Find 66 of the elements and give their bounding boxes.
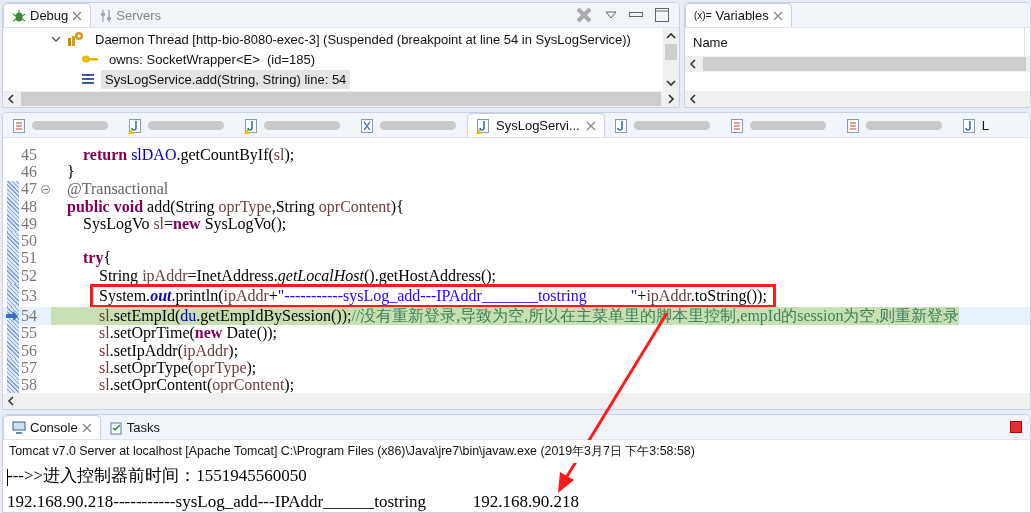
key-icon — [81, 54, 99, 64]
line-number: 48 — [20, 197, 38, 216]
scroll-left-icon — [7, 94, 15, 104]
scroll-up-icon — [666, 32, 676, 40]
scroll-left-icon — [7, 396, 15, 406]
monitor-icon — [12, 421, 26, 434]
line-number: 53 — [20, 286, 38, 305]
scroll-right-icon — [667, 94, 675, 104]
clipboard-check-icon — [109, 420, 123, 435]
line-number: 50 — [20, 232, 38, 251]
line-number: 46 — [20, 162, 38, 181]
bug-icon — [12, 8, 26, 23]
tree-item[interactable]: Daemon Thread [http-bio-8080-exec-3] (Suspended (breakpoint at line 54 in SysLogService)) — [91, 29, 635, 49]
line-number: 56 — [20, 341, 38, 360]
close-icon — [585, 120, 596, 131]
horizontal-scrollbar[interactable] — [685, 91, 1030, 107]
tree-item[interactable]: owns: SocketWrapper<E> (id=185) — [105, 49, 320, 69]
servers-icon — [100, 8, 113, 23]
line-number: 49 — [20, 214, 38, 233]
scrollbar-thumb[interactable] — [665, 43, 677, 60]
horizontal-scrollbar[interactable] — [685, 56, 1030, 72]
code-line: sl.setIpAddr(ipAddr); — [99, 341, 239, 360]
console-output-line: --->>进入控制器前时间：1551945560050 — [6, 465, 308, 488]
scroll-down-icon — [666, 79, 676, 87]
line-number: 52 — [20, 266, 38, 285]
line-number: 55 — [20, 324, 38, 343]
code-line: String ipAddr=InetAddress.getLocalHost().getHostAddress(); — [99, 266, 496, 285]
code-line: sl.setOprTime(new Date()); — [99, 324, 278, 343]
stop-icon — [1010, 421, 1022, 433]
minimize-icon — [629, 12, 643, 18]
code-line: } — [67, 162, 75, 181]
line-number: 54 — [20, 307, 38, 326]
thread-gear-icon — [67, 31, 85, 47]
line-number: 57 — [20, 358, 38, 377]
line-number: 58 — [20, 376, 38, 393]
view-tab[interactable]: (x)= Variables — [685, 3, 792, 27]
vertical-scrollbar[interactable] — [663, 28, 679, 91]
remove-all-icon — [575, 6, 593, 24]
line-number: 45 — [20, 145, 38, 164]
code-line: sl.setOprContent(oprContent); — [99, 376, 295, 393]
code-line: try{ — [83, 249, 112, 268]
close-icon — [772, 10, 783, 21]
stack-frame-icon — [81, 73, 95, 85]
scroll-left-icon — [689, 59, 697, 69]
editor-tab[interactable]: L — [952, 113, 1030, 137]
view-tab[interactable]: Tasks — [100, 415, 169, 439]
line-number: 47 — [20, 180, 38, 199]
scrollbar-thumb[interactable] — [21, 92, 661, 106]
view-tab[interactable]: Debug — [3, 3, 92, 27]
line-number: 51 — [20, 249, 38, 268]
close-icon — [72, 10, 83, 21]
scrollbar-thumb[interactable] — [703, 57, 1026, 71]
code-line: @Transactional — [67, 180, 169, 199]
scroll-left-icon — [689, 94, 697, 104]
horizontal-scrollbar[interactable] — [3, 91, 679, 107]
code-line: public void add(String oprType,String oprContent){ — [67, 197, 404, 216]
console-output-line: 192.168.90.218-----------sysLog_add---IPAddr______tostring 192.168.90.218 — [6, 491, 581, 512]
editor-tab[interactable]: SysLogServi... — [467, 113, 605, 137]
view-menu-icon — [605, 11, 617, 19]
code-line: return slDAO.getCountByIf(sl); — [83, 145, 295, 164]
tree-item[interactable]: SysLogService.add(String, String) line: 54 — [101, 69, 351, 89]
maximize-icon — [655, 8, 669, 22]
view-tab[interactable]: Console — [3, 415, 101, 439]
text-cursor — [7, 468, 8, 486]
close-icon — [81, 422, 92, 433]
horizontal-scrollbar[interactable] — [3, 393, 1030, 409]
